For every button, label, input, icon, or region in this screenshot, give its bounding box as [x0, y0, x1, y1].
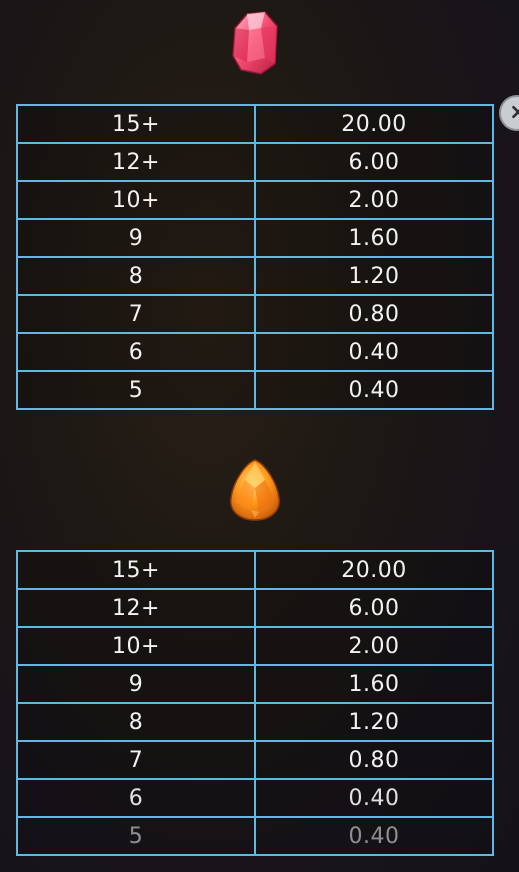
payout-value: 0.80 [254, 294, 494, 334]
symbol-count: 15+ [16, 104, 256, 144]
symbol-count: 8 [16, 702, 256, 742]
symbol-count: 15+ [16, 550, 256, 590]
payout-value: 1.20 [254, 702, 494, 742]
payout-value: 0.40 [254, 332, 494, 372]
table-row: 8 1.20 [16, 256, 494, 296]
symbol-count: 9 [16, 218, 256, 258]
payout-value: 0.40 [254, 370, 494, 410]
symbol-count: 7 [16, 740, 256, 780]
symbol-count: 5 [16, 816, 256, 856]
pink-crystal-icon [232, 11, 278, 75]
payout-value: 20.00 [254, 104, 494, 144]
table-row: 5 0.40 [16, 370, 494, 410]
table-row: 9 1.60 [16, 218, 494, 258]
symbol-count: 10+ [16, 180, 256, 220]
symbol-count: 5 [16, 370, 256, 410]
table-row: 5 0.40 [16, 816, 494, 856]
payout-value: 1.60 [254, 218, 494, 258]
table-row: 12+ 6.00 [16, 588, 494, 628]
paytable-orange: 15+ 20.00 12+ 6.00 10+ 2.00 9 1.60 8 1.2… [16, 550, 494, 856]
payout-value: 0.40 [254, 778, 494, 818]
payout-value: 2.00 [254, 626, 494, 666]
table-row: 15+ 20.00 [16, 104, 494, 144]
table-row: 10+ 2.00 [16, 180, 494, 220]
table-row: 8 1.20 [16, 702, 494, 742]
table-row: 7 0.80 [16, 294, 494, 334]
payout-value: 20.00 [254, 550, 494, 590]
payout-value: 6.00 [254, 588, 494, 628]
table-row: 9 1.60 [16, 664, 494, 704]
symbol-count: 7 [16, 294, 256, 334]
symbol-count: 10+ [16, 626, 256, 666]
payout-value: 2.00 [254, 180, 494, 220]
symbol-count: 12+ [16, 142, 256, 182]
payout-value: 1.20 [254, 256, 494, 296]
symbol-count: 6 [16, 778, 256, 818]
payout-value: 0.80 [254, 740, 494, 780]
table-row: 10+ 2.00 [16, 626, 494, 666]
table-row: 15+ 20.00 [16, 550, 494, 590]
orange-crystal-icon [230, 459, 280, 521]
symbol-count: 9 [16, 664, 256, 704]
table-row: 7 0.80 [16, 740, 494, 780]
close-button[interactable]: × [499, 95, 519, 131]
payout-value: 6.00 [254, 142, 494, 182]
paytable-pink: 15+ 20.00 12+ 6.00 10+ 2.00 9 1.60 8 1.2… [16, 104, 494, 410]
table-row: 6 0.40 [16, 778, 494, 818]
symbol-count: 6 [16, 332, 256, 372]
symbol-count: 12+ [16, 588, 256, 628]
payout-value: 0.40 [254, 816, 494, 856]
payout-value: 1.60 [254, 664, 494, 704]
table-row: 12+ 6.00 [16, 142, 494, 182]
table-row: 6 0.40 [16, 332, 494, 372]
symbol-count: 8 [16, 256, 256, 296]
